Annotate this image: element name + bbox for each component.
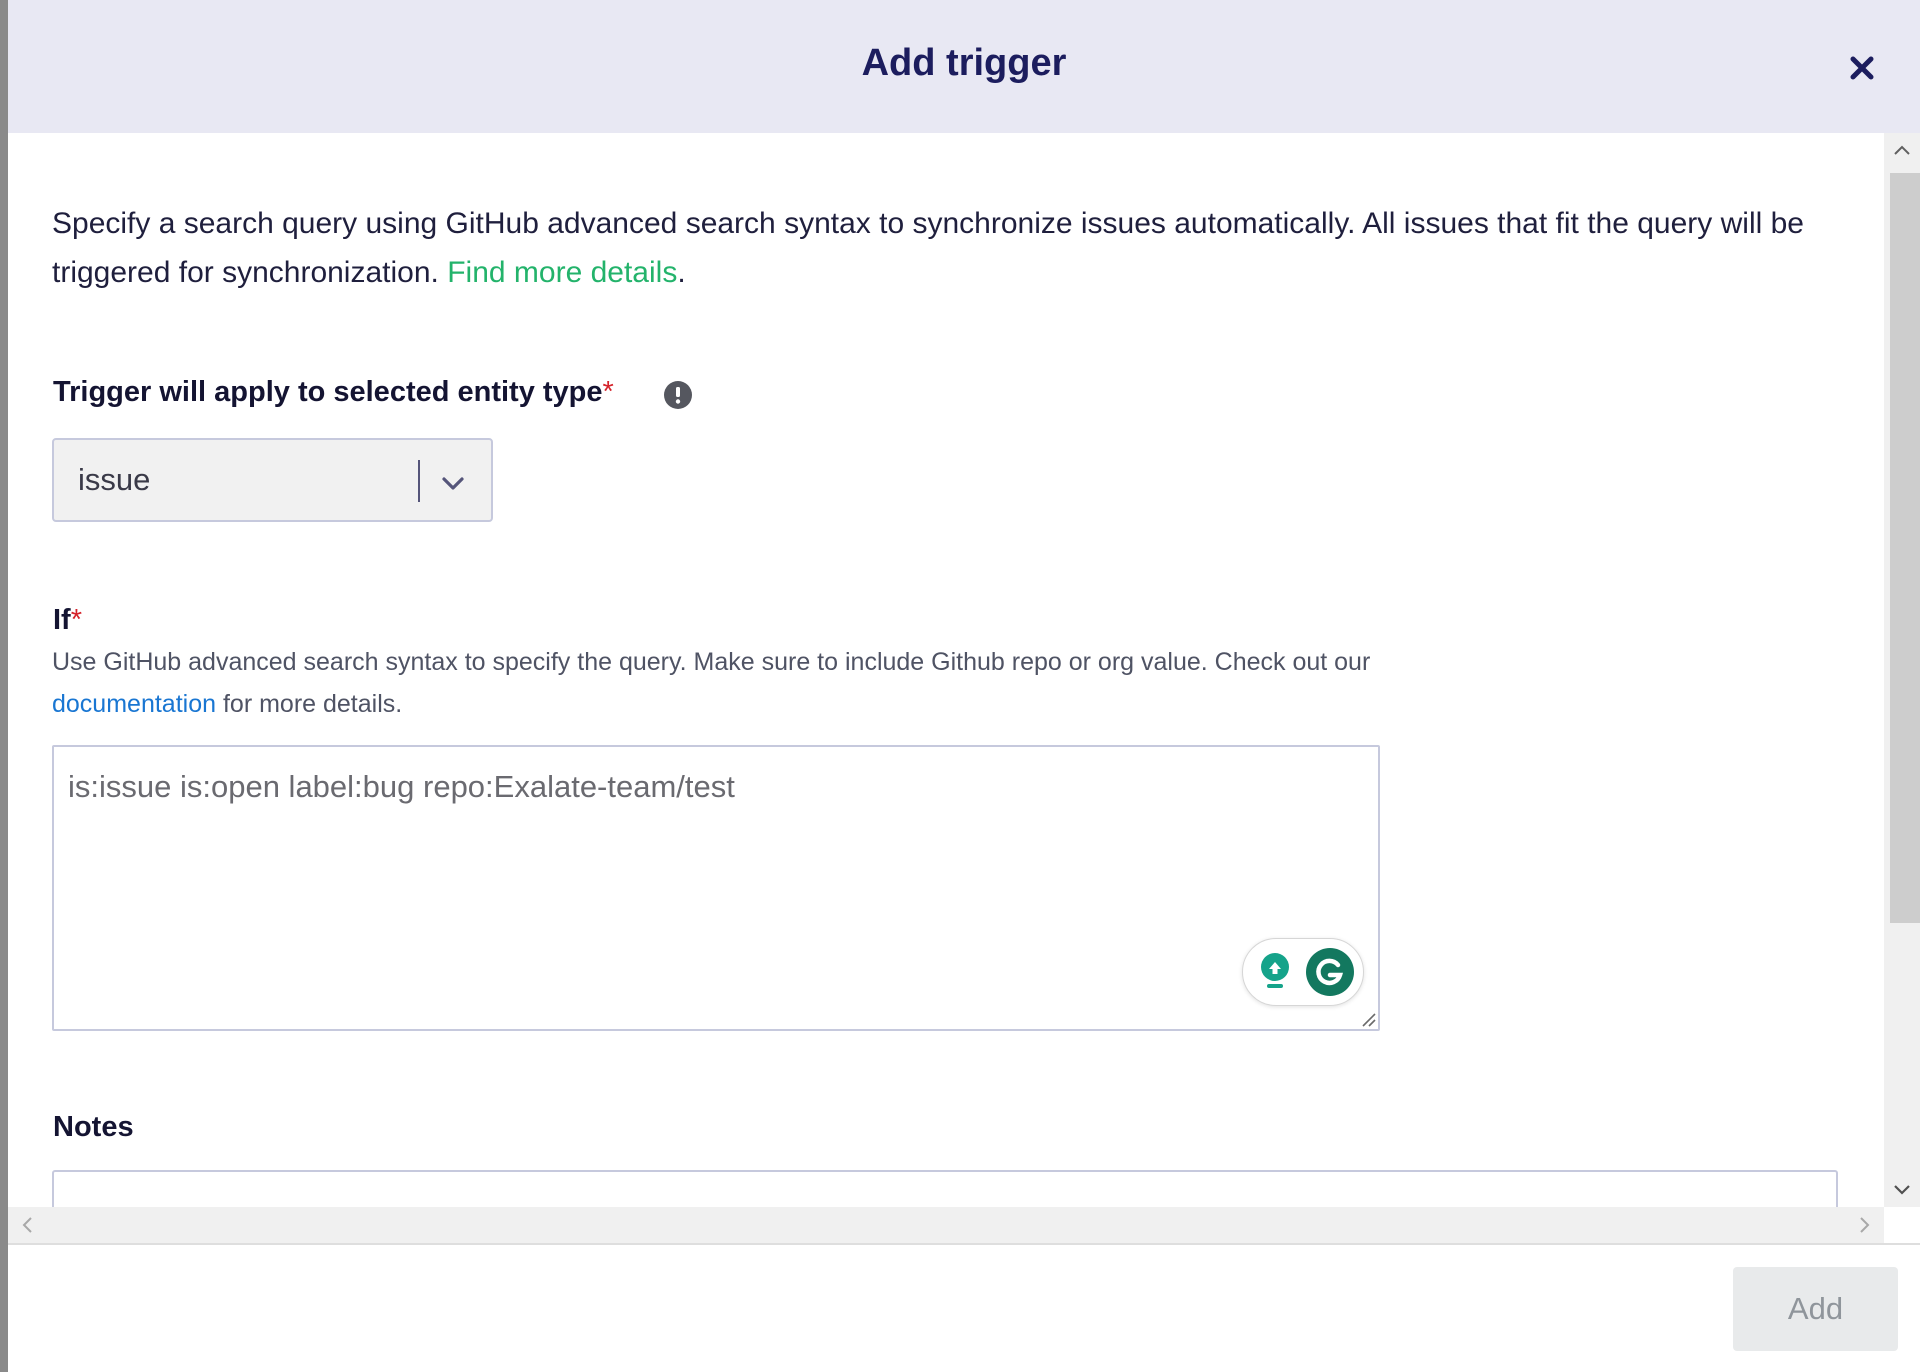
if-helper-text: Use GitHub advanced search syntax to spe… <box>52 648 1371 718</box>
resize-handle-icon[interactable] <box>1356 1007 1376 1027</box>
dialog-header: Add trigger <box>8 0 1920 133</box>
page-backdrop <box>0 0 8 1372</box>
info-icon[interactable] <box>663 380 693 410</box>
required-marker: * <box>602 376 614 408</box>
query-textarea[interactable]: is:issue is:open label:bug repo:Exalate-… <box>52 745 1380 1031</box>
trigger-description: Specify a search query using GitHub adva… <box>52 207 1804 289</box>
documentation-link[interactable]: documentation <box>52 690 216 718</box>
dialog-title: Add trigger <box>861 42 1067 84</box>
dialog-footer: Add <box>8 1243 1920 1372</box>
entity-type-label: Trigger will apply to selected entity ty… <box>53 376 614 408</box>
scroll-left-icon[interactable] <box>16 1214 38 1236</box>
horizontal-scrollbar[interactable] <box>8 1207 1884 1243</box>
close-button[interactable] <box>1844 50 1880 86</box>
entity-type-selected-value: issue <box>78 462 151 497</box>
chevron-down-icon[interactable] <box>438 468 468 498</box>
add-button[interactable]: Add <box>1733 1267 1898 1351</box>
close-icon <box>1850 56 1874 80</box>
required-marker: * <box>70 604 83 636</box>
grammarly-icon[interactable] <box>1305 947 1355 997</box>
find-more-details-link[interactable]: Find more details <box>447 256 677 289</box>
select-divider <box>418 460 420 502</box>
lightbulb-icon[interactable] <box>1255 950 1295 994</box>
scroll-down-icon[interactable] <box>1891 1179 1913 1201</box>
entity-type-select[interactable]: issue <box>52 438 493 522</box>
scroll-right-icon[interactable] <box>1854 1214 1876 1236</box>
dialog-body: Specify a search query using GitHub adva… <box>8 133 1884 1207</box>
if-label: If* <box>53 604 83 636</box>
vertical-scrollbar[interactable] <box>1884 133 1920 1207</box>
grammarly-widget[interactable] <box>1242 938 1364 1006</box>
scroll-up-icon[interactable] <box>1891 139 1913 161</box>
notes-textarea[interactable] <box>52 1170 1838 1207</box>
add-trigger-dialog: Add trigger Specify a search query using… <box>8 0 1920 1372</box>
vertical-scroll-thumb[interactable] <box>1890 173 1920 923</box>
query-value: is:issue is:open label:bug repo:Exalate-… <box>68 769 735 804</box>
notes-label: Notes <box>53 1111 134 1143</box>
